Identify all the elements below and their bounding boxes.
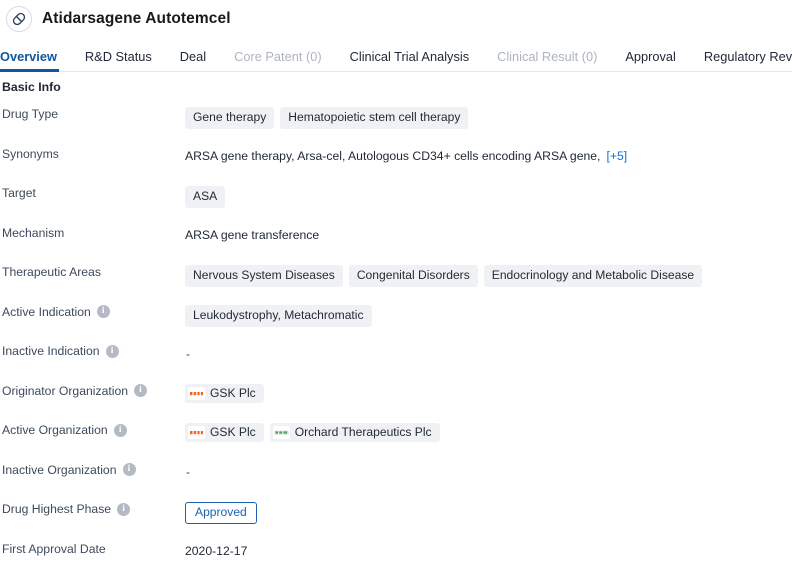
label-text: Originator Organization [2,383,128,398]
label-therapeutic-areas: Therapeutic Areas [0,262,185,279]
drug-detail-page: Atidarsagene Autotemcel Overview R&D Sta… [0,2,792,564]
row-drug-highest-phase: Drug Highest Phase i Approved [0,499,792,539]
label-synonyms: Synonyms [0,144,185,161]
row-first-approval-date: First Approval Date 2020-12-17 [0,539,792,564]
label-text: Inactive Indication [2,344,100,358]
label-inactive-organization: Inactive Organization i [0,460,185,477]
tab-approval[interactable]: Approval [625,49,676,71]
synonyms-text: ARSA gene therapy, Arsa-cel, Autologous … [185,149,601,163]
tab-rd-status[interactable]: R&D Status [85,49,152,71]
label-text: Target [2,186,36,200]
empty-value: - [186,465,191,479]
empty-value: - [186,346,191,361]
label-text: Mechanism [2,225,65,240]
label-text: Drug Type [2,107,59,121]
org-name: GSK Plc [210,425,256,439]
value-therapeutic-areas: Nervous System Diseases Congenital Disor… [185,262,792,287]
chip[interactable]: Hematopoietic stem cell therapy [280,107,469,129]
label-text: Inactive Organization [2,462,117,477]
value-first-approval-date: 2020-12-17 [185,539,792,561]
value-originator-organization: GSK Plc [185,381,792,403]
info-icon[interactable]: i [105,344,119,358]
tab-overview[interactable]: Overview [0,49,59,72]
gsk-logo-icon [188,386,205,400]
value-inactive-indication: - [185,341,792,363]
chip[interactable]: Nervous System Diseases [185,265,343,287]
org-chip[interactable]: Orchard Therapeutics Plc [269,423,440,442]
label-text: Therapeutic Areas [2,265,101,279]
info-icon[interactable]: i [96,305,110,318]
value-inactive-organization: - [185,460,792,482]
row-drug-type: Drug Type Gene therapy Hematopoietic ste… [0,104,792,144]
value-target: ASA [185,183,792,208]
tab-bar: Overview R&D Status Deal Core Patent (0)… [0,42,792,72]
row-mechanism: Mechanism ARSA gene transference [0,223,792,263]
row-active-indication: Active Indication i Leukodystrophy, Meta… [0,302,792,342]
row-target: Target ASA [0,183,792,223]
label-mechanism: Mechanism [0,223,185,240]
label-inactive-indication: Inactive Indication i [0,341,185,358]
row-active-organization: Active Organization i GSK Plc Orchard Th… [0,420,792,460]
label-active-indication: Active Indication i [0,302,185,319]
label-text: Active Organization [2,423,108,437]
first-approval-date-text: 2020-12-17 [185,544,248,558]
page-header: Atidarsagene Autotemcel [0,2,792,36]
label-first-approval-date: First Approval Date [0,539,185,556]
section-title-basic-info: Basic Info [2,80,61,94]
label-drug-highest-phase: Drug Highest Phase i [0,499,185,516]
gsk-logo-icon [188,426,205,439]
chip[interactable]: Leukodystrophy, Metachromatic [185,304,372,327]
value-active-organization: GSK Plc Orchard Therapeutics Plc [185,420,792,442]
chip[interactable]: ASA [185,186,226,208]
row-inactive-organization: Inactive Organization i - [0,460,792,500]
tab-clinical-trial-analysis[interactable]: Clinical Trial Analysis [350,49,469,71]
org-chip[interactable]: GSK Plc [185,423,264,442]
tab-clinical-result[interactable]: Clinical Result (0) [497,49,597,71]
label-originator-organization: Originator Organization i [0,381,185,398]
value-mechanism: ARSA gene transference [185,223,792,245]
label-text: First Approval Date [2,541,106,556]
row-therapeutic-areas: Therapeutic Areas Nervous System Disease… [0,262,792,302]
mechanism-text: ARSA gene transference [185,228,320,242]
chip[interactable]: Gene therapy [185,107,275,129]
label-target: Target [0,183,185,200]
pill-capsule-icon [6,6,32,32]
org-chip[interactable]: GSK Plc [185,383,264,403]
value-synonyms: ARSA gene therapy, Arsa-cel, Autologous … [185,144,792,166]
tab-regulatory-review[interactable]: Regulatory Review [704,49,792,71]
info-icon[interactable]: i [122,463,136,476]
tab-deal[interactable]: Deal [180,49,206,71]
label-active-organization: Active Organization i [0,420,185,437]
row-inactive-indication: Inactive Indication i - [0,341,792,381]
row-originator-organization: Originator Organization i GSK Plc [0,381,792,421]
synonyms-more-link[interactable]: [+5] [606,149,627,163]
chip[interactable]: Congenital Disorders [348,265,478,287]
label-text: Synonyms [2,146,59,161]
chip[interactable]: Endocrinology and Metabolic Disease [483,265,703,287]
value-active-indication: Leukodystrophy, Metachromatic [185,302,792,327]
orchard-logo-icon [272,426,290,439]
info-icon[interactable]: i [113,423,127,437]
info-icon[interactable]: i [134,384,147,397]
basic-info-rows: Drug Type Gene therapy Hematopoietic ste… [0,104,792,564]
label-text: Active Indication [2,304,91,319]
info-icon[interactable]: i [117,502,131,516]
status-badge[interactable]: Approved [185,502,257,524]
label-text: Drug Highest Phase [2,502,112,516]
page-title: Atidarsagene Autotemcel [42,10,231,27]
row-synonyms: Synonyms ARSA gene therapy, Arsa-cel, Au… [0,144,792,184]
tab-core-patent[interactable]: Core Patent (0) [234,49,322,71]
org-name: GSK Plc [210,385,256,400]
value-drug-highest-phase: Approved [185,499,792,524]
org-name: Orchard Therapeutics Plc [294,425,432,439]
label-drug-type: Drug Type [0,104,185,121]
value-drug-type: Gene therapy Hematopoietic stem cell the… [185,104,792,129]
